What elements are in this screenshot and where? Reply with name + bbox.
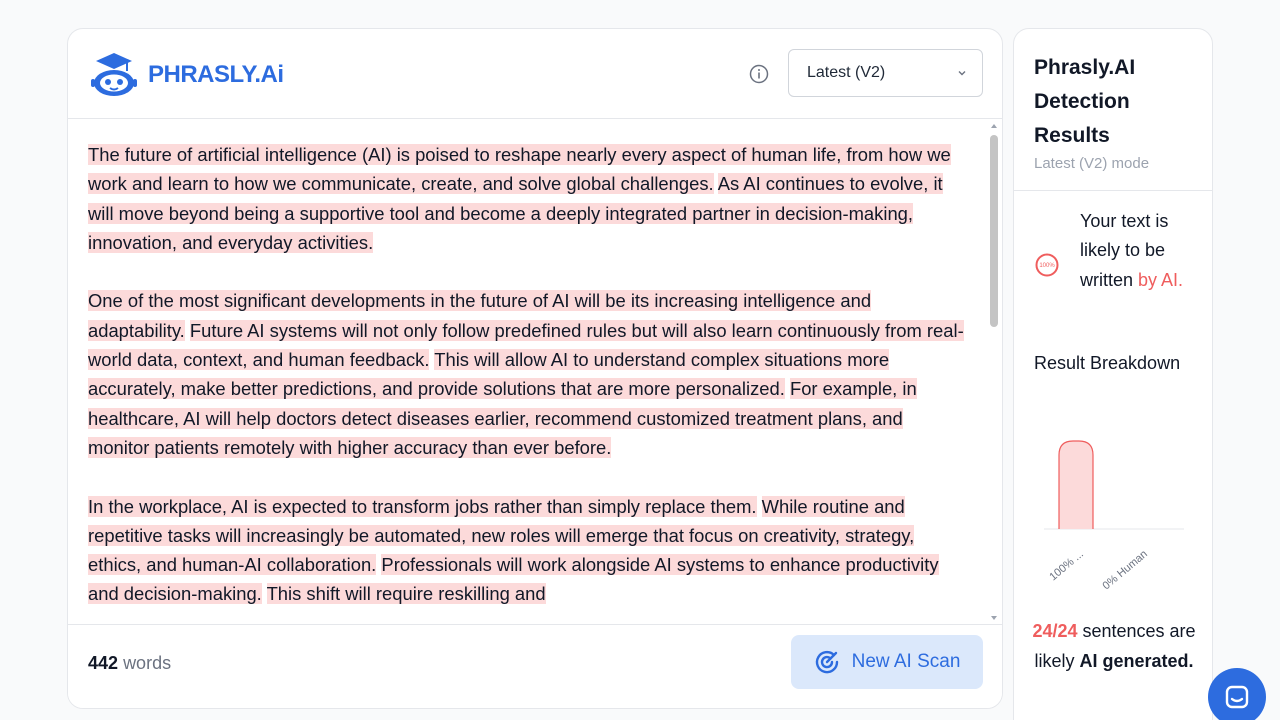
chart-tick-label: 100% ... [1047,548,1086,583]
mode-select-value: Latest (V2) [807,64,886,81]
new-ai-scan-label: New AI Scan [851,651,961,672]
word-count-label: words [123,653,172,673]
scroll-down-arrow[interactable] [991,616,997,620]
robot-logo-icon [91,53,137,96]
results-header: Phrasly.AI Detection Results Latest (V2)… [1014,29,1212,191]
editor-card: PHRASLY.Ai Latest (V2) The future of art… [67,28,1003,709]
chart-bar [1058,440,1094,529]
gauge-label: 100% [1039,263,1055,269]
summary-ai: AI [1079,650,1098,671]
mode-select[interactable]: Latest (V2) [788,49,983,97]
result-breakdown-title: Result Breakdown [1034,353,1181,373]
ai-score-gauge-icon: 100% [1035,253,1059,277]
results-subtitle: Latest (V2) mode [1034,155,1150,172]
verdict-text: Your text is likely to be written by AI. [1080,207,1200,295]
chat-support-button[interactable] [1208,668,1266,720]
ai-sentence: In the workplace, AI is expected to tran… [88,495,757,517]
paragraph: One of the most significant developments… [88,286,964,462]
chevron-down-icon [958,71,966,76]
scroll-up-arrow[interactable] [991,124,997,128]
info-icon[interactable] [748,63,770,85]
results-title: Phrasly.AI Detection Results [1034,56,1136,147]
word-count: 442 words [88,653,171,674]
new-ai-scan-button[interactable]: New AI Scan [791,635,983,689]
document-text-area[interactable]: The future of artificial intelligence (A… [68,120,1002,623]
summary-end: generated. [1097,650,1194,671]
scan-target-icon [815,650,838,674]
brand-logo[interactable]: PHRASLY.Ai [88,51,284,99]
paragraph: The future of artificial intelligence (A… [88,140,964,257]
results-card: Phrasly.AI Detection Results Latest (V2)… [1013,28,1213,720]
summary: 24/24 sentences are likely AI generated. [1024,617,1204,676]
result-breakdown-chart: 100% ... 0% Human [1044,440,1184,592]
brand-name: PHRASLY.Ai [148,61,284,88]
chat-icon [1225,685,1249,709]
ai-sentence: This shift will require reskilling and [266,583,546,605]
scrollbar-thumb[interactable] [990,135,998,327]
chart-tick-label: 0% Human [1101,548,1150,592]
editor-header: PHRASLY.Ai Latest (V2) [68,29,1002,119]
verdict-ai: by AI. [1138,269,1184,290]
editor-footer: 442 words New AI Scan [68,624,1002,708]
word-count-number: 442 [88,653,119,673]
summary-count: 24/24 [1032,621,1078,641]
paragraph: In the workplace, AI is expected to tran… [88,492,964,609]
